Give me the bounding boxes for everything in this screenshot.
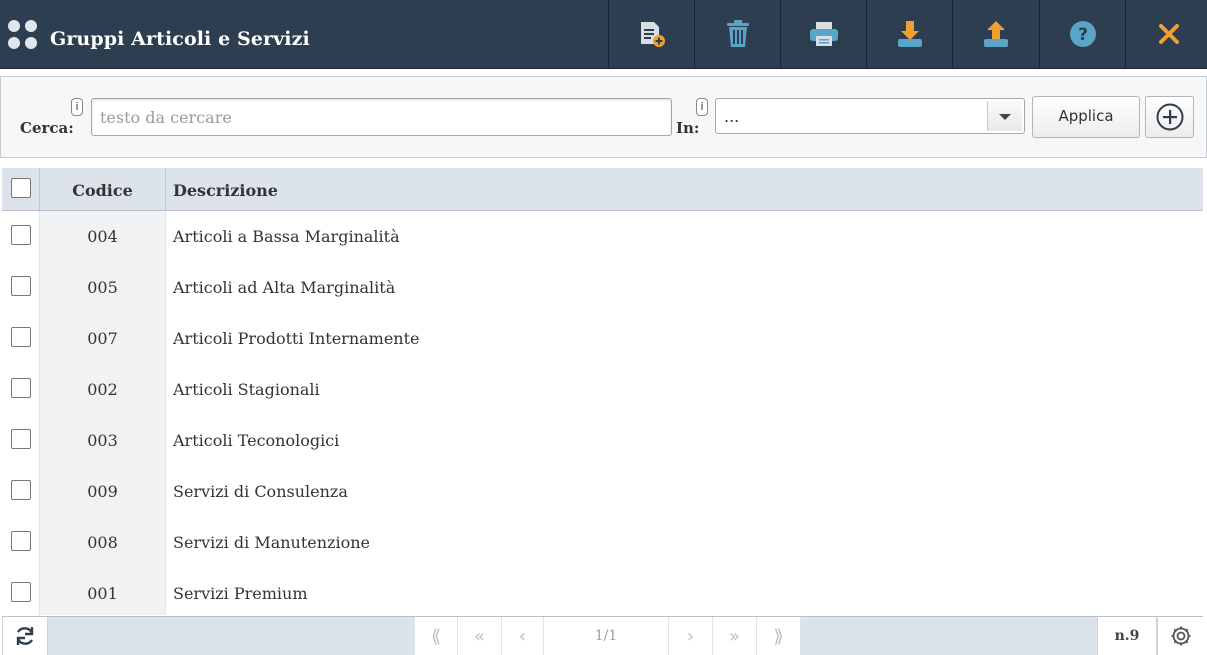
download-button[interactable] [866, 0, 953, 68]
trash-icon [727, 20, 749, 47]
row-checkbox[interactable] [11, 225, 31, 245]
search-label: Cerca: [20, 119, 74, 137]
row-description: Articoli Teconologici [173, 431, 340, 450]
print-button[interactable] [780, 0, 867, 68]
close-button[interactable] [1125, 0, 1207, 68]
row-checkbox-cell [2, 568, 40, 615]
row-checkbox[interactable] [11, 531, 31, 551]
row-description: Articoli a Bassa Marginalità [173, 227, 400, 246]
table-row[interactable]: 002 Articoli Stagionali [2, 364, 1203, 416]
row-checkbox-cell [2, 211, 40, 262]
row-code: 001 [40, 568, 166, 615]
chevron-left-icon: ‹ [518, 625, 527, 647]
previous-block-button[interactable]: « [458, 617, 502, 655]
svg-text:?: ? [1078, 25, 1088, 45]
row-code: 007 [40, 313, 166, 364]
row-code: 008 [40, 517, 166, 568]
row-code: 009 [40, 466, 166, 517]
refresh-button[interactable] [2, 617, 48, 655]
row-description: Articoli Prodotti Internamente [173, 329, 420, 348]
search-input[interactable] [91, 98, 672, 136]
chevron-double-left-icon: « [473, 625, 485, 647]
chevron-double-right-icon: » [728, 625, 740, 647]
row-code: 002 [40, 364, 166, 415]
column-header-description[interactable]: Descrizione [173, 168, 278, 210]
row-checkbox[interactable] [11, 582, 31, 602]
column-header-code[interactable]: Codice [40, 168, 165, 210]
row-checkbox-cell [2, 466, 40, 517]
select-value: ... [724, 107, 740, 126]
page-title: Gruppi Articoli e Servizi [50, 28, 310, 50]
table-row[interactable]: 007 Articoli Prodotti Internamente [2, 313, 1203, 365]
row-description: Articoli ad Alta Marginalità [173, 278, 396, 297]
search-info-icon[interactable]: i [71, 98, 83, 116]
row-description: Articoli Stagionali [173, 380, 320, 399]
search-field-select[interactable]: ... [715, 98, 1025, 134]
table-row[interactable]: 009 Servizi di Consulenza [2, 466, 1203, 518]
row-code: 005 [40, 262, 166, 313]
add-filter-button[interactable] [1145, 96, 1194, 138]
row-checkbox-cell [2, 517, 40, 568]
table-row[interactable]: 003 Articoli Teconologici [2, 415, 1203, 467]
row-checkbox-cell [2, 415, 40, 466]
help-icon: ? [1070, 21, 1096, 47]
download-icon [898, 21, 922, 47]
next-page-button[interactable]: › [669, 617, 713, 655]
row-checkbox[interactable] [11, 429, 31, 449]
page-indicator: 1/1 [544, 617, 669, 655]
double-chevron-right-icon: ⟫ [773, 625, 784, 647]
search-panel: i Cerca: i In: ... Applica [0, 76, 1207, 158]
table-footer: ⟪ « ‹ 1/1 › » ⟫ n.9 [2, 616, 1203, 655]
row-checkbox-cell [2, 313, 40, 364]
gear-icon [1171, 626, 1190, 646]
upload-icon [984, 21, 1008, 47]
row-checkbox[interactable] [11, 378, 31, 398]
table-row[interactable]: 001 Servizi Premium [2, 568, 1203, 615]
in-label: In: [676, 119, 700, 137]
new-document-icon [641, 22, 665, 47]
select-all-checkbox[interactable] [11, 178, 31, 198]
row-checkbox-cell [2, 364, 40, 415]
row-description: Servizi di Manutenzione [173, 533, 370, 552]
last-page-button[interactable]: ⟫ [757, 617, 801, 655]
chevron-right-icon: › [686, 625, 695, 647]
in-info-icon[interactable]: i [696, 98, 708, 116]
help-button[interactable]: ? [1039, 0, 1126, 68]
table-row[interactable]: 004 Articoli a Bassa Marginalità [2, 211, 1203, 263]
row-checkbox[interactable] [11, 480, 31, 500]
double-chevron-left-icon: ⟪ [430, 625, 441, 647]
upload-button[interactable] [952, 0, 1039, 68]
table-row[interactable]: 005 Articoli ad Alta Marginalità [2, 262, 1203, 314]
plus-circle-icon [1156, 103, 1183, 131]
delete-button[interactable] [694, 0, 781, 68]
app-header: Gruppi Articoli e Servizi ? [0, 0, 1207, 69]
row-checkbox[interactable] [11, 276, 31, 296]
chevron-down-icon[interactable] [987, 101, 1022, 131]
row-description: Servizi di Consulenza [173, 482, 348, 501]
row-checkbox[interactable] [11, 327, 31, 347]
row-code: 003 [40, 415, 166, 466]
printer-icon [810, 22, 838, 46]
refresh-icon [16, 627, 34, 645]
table-row[interactable]: 008 Servizi di Manutenzione [2, 517, 1203, 569]
new-document-button[interactable] [608, 0, 695, 68]
apply-button[interactable]: Applica [1032, 96, 1140, 138]
row-description: Servizi Premium [173, 584, 308, 603]
row-code: 004 [40, 211, 166, 262]
first-page-button[interactable]: ⟪ [414, 617, 458, 655]
settings-button[interactable] [1157, 617, 1203, 655]
next-block-button[interactable]: » [713, 617, 757, 655]
row-checkbox-cell [2, 262, 40, 313]
apps-grid-icon[interactable] [8, 20, 38, 50]
previous-page-button[interactable]: ‹ [502, 617, 544, 655]
close-icon [1159, 24, 1179, 44]
table-header: Codice Descrizione [2, 168, 1203, 211]
record-count: n.9 [1097, 617, 1157, 655]
